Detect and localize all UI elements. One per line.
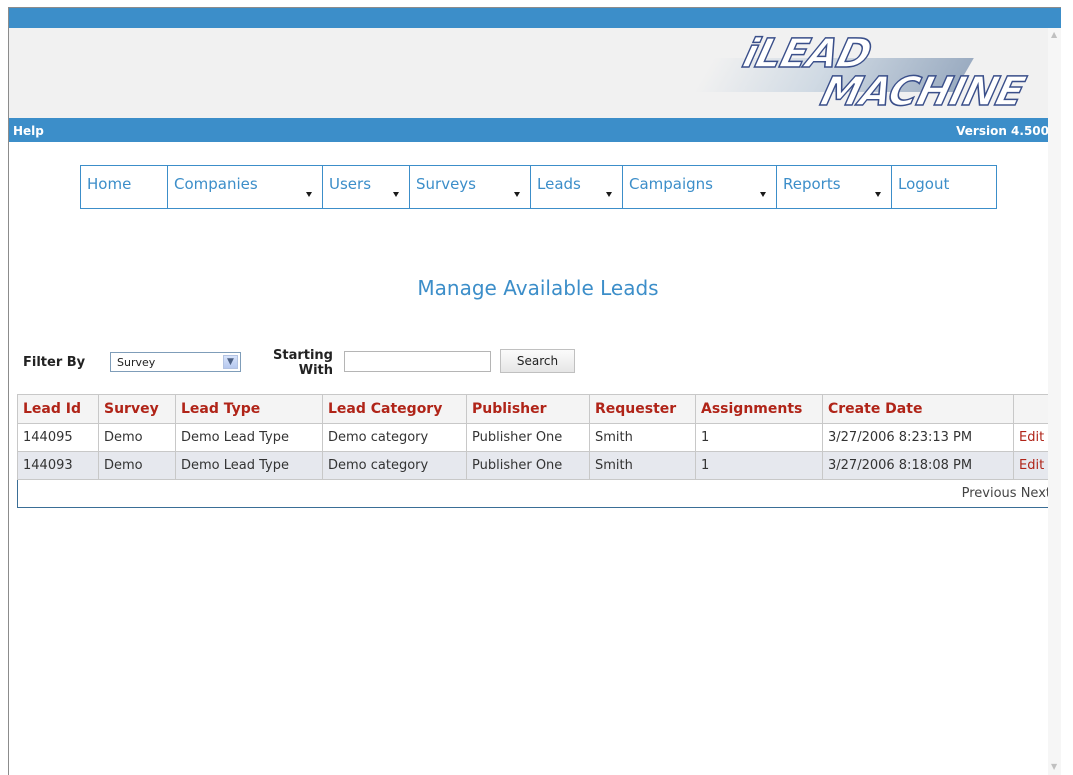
main-nav: Home Companies Users Surveys Leads Campa… <box>80 165 997 209</box>
column-header-requester[interactable]: Requester <box>589 394 696 424</box>
next-link[interactable]: Next <box>1021 486 1051 501</box>
starting-label-line2: With <box>298 363 333 378</box>
leads-table: Lead Id Survey Lead Type Lead Category P… <box>17 394 1057 508</box>
dropdown-arrow-icon <box>306 192 312 197</box>
logo-text-line1: iLEAD <box>738 30 877 78</box>
nav-label: Companies <box>174 175 258 193</box>
filter-by-label: Filter By <box>23 355 86 370</box>
nav-label: Campaigns <box>629 175 714 193</box>
cell-requester: Smith <box>589 451 696 480</box>
previous-link[interactable]: Previous <box>962 486 1017 501</box>
chevron-down-icon: ▼ <box>227 357 234 367</box>
table-header-row: Lead Id Survey Lead Type Lead Category P… <box>17 394 1057 424</box>
nav-logout[interactable]: Logout <box>892 166 996 208</box>
column-header-survey[interactable]: Survey <box>98 394 176 424</box>
nav-reports[interactable]: Reports <box>777 166 892 208</box>
cell-assignments: 1 <box>695 451 823 480</box>
cell-lead-category: Demo category <box>322 451 467 480</box>
nav-label: Leads <box>537 175 581 193</box>
logo-text-line2: MACHINE <box>816 68 1030 116</box>
help-link[interactable]: Help <box>13 124 44 138</box>
cell-create-date: 3/27/2006 8:18:08 PM <box>822 451 1014 480</box>
column-header-lead-id[interactable]: Lead Id <box>17 394 99 424</box>
cell-lead-id: 144095 <box>17 423 99 452</box>
top-bar <box>9 8 1061 28</box>
page-title: Manage Available Leads <box>417 276 659 300</box>
column-header-create-date[interactable]: Create Date <box>822 394 1014 424</box>
help-bar: Help Version 4.500 <box>9 118 1061 142</box>
column-header-lead-type[interactable]: Lead Type <box>175 394 323 424</box>
cell-lead-category: Demo category <box>322 423 467 452</box>
nav-label: Logout <box>898 175 950 193</box>
banner: iLEAD MACHINE <box>9 28 1061 118</box>
dropdown-arrow-icon <box>514 192 520 197</box>
cell-survey: Demo <box>98 423 176 452</box>
version-label: Version 4.500 <box>956 124 1049 138</box>
table-row: 144095 Demo Demo Lead Type Demo category… <box>17 423 1057 452</box>
cell-lead-type: Demo Lead Type <box>175 451 323 480</box>
nav-label: Reports <box>783 175 841 193</box>
dropdown-arrow-icon <box>393 192 399 197</box>
nav-users[interactable]: Users <box>323 166 410 208</box>
nav-label: Users <box>329 175 372 193</box>
cell-publisher: Publisher One <box>466 423 590 452</box>
nav-companies[interactable]: Companies <box>168 166 323 208</box>
column-header-assignments[interactable]: Assignments <box>695 394 823 424</box>
starting-with-label: Starting With <box>253 348 333 378</box>
cell-requester: Smith <box>589 423 696 452</box>
nav-home[interactable]: Home <box>81 166 168 208</box>
cell-lead-type: Demo Lead Type <box>175 423 323 452</box>
cell-publisher: Publisher One <box>466 451 590 480</box>
cell-create-date: 3/27/2006 8:23:13 PM <box>822 423 1014 452</box>
dropdown-arrow-icon <box>606 192 612 197</box>
cell-lead-id: 144093 <box>17 451 99 480</box>
dropdown-arrow-icon <box>760 192 766 197</box>
cell-survey: Demo <box>98 451 176 480</box>
table-row: 144093 Demo Demo Lead Type Demo category… <box>17 451 1057 480</box>
search-input[interactable] <box>344 351 491 372</box>
scroll-up-icon[interactable]: ▲ <box>1051 30 1057 39</box>
column-header-publisher[interactable]: Publisher <box>466 394 590 424</box>
scroll-down-icon[interactable]: ▼ <box>1051 762 1057 771</box>
pager-row: Previous Next <box>17 479 1057 508</box>
nav-label: Surveys <box>416 175 476 193</box>
select-dropdown-button[interactable]: ▼ <box>223 355 238 369</box>
nav-campaigns[interactable]: Campaigns <box>623 166 777 208</box>
nav-surveys[interactable]: Surveys <box>410 166 531 208</box>
column-header-lead-category[interactable]: Lead Category <box>322 394 467 424</box>
browser-window: iLEAD MACHINE Help Version 4.500 Home Co… <box>8 7 1061 775</box>
vertical-scrollbar[interactable]: ▲ ▼ <box>1048 28 1061 775</box>
starting-label-line1: Starting <box>273 348 333 363</box>
ilead-machine-logo: iLEAD MACHINE <box>684 28 1049 118</box>
filter-select[interactable]: Survey ▼ <box>110 352 241 372</box>
pager-cell: Previous Next <box>17 479 1057 508</box>
nav-label: Home <box>87 175 132 193</box>
nav-leads[interactable]: Leads <box>531 166 623 208</box>
filter-select-value: Survey <box>117 356 156 369</box>
cell-assignments: 1 <box>695 423 823 452</box>
dropdown-arrow-icon <box>875 192 881 197</box>
search-button[interactable]: Search <box>500 349 575 373</box>
